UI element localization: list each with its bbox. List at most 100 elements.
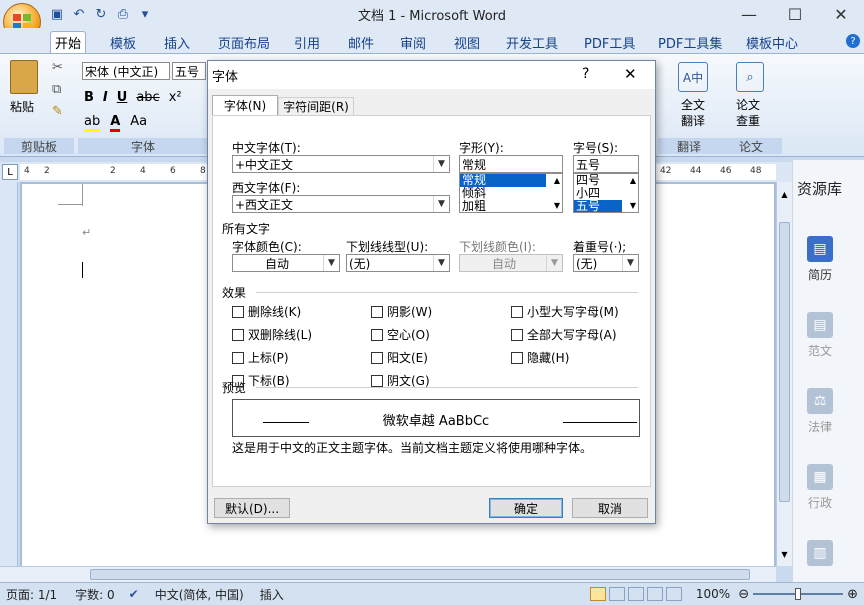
strikethrough-checkbox[interactable]: 删除线(K) bbox=[232, 303, 312, 320]
redo-icon[interactable]: ↻ bbox=[92, 5, 110, 23]
paper-label-2[interactable]: 查重 bbox=[736, 112, 760, 129]
size-option[interactable]: 五号 bbox=[574, 200, 622, 212]
scroll-down-icon[interactable]: ▼ bbox=[779, 550, 790, 561]
paper-label-1[interactable]: 论文 bbox=[736, 96, 760, 113]
western-font-combo[interactable]: +西文正文 ▼ bbox=[232, 195, 450, 213]
dialog-close-button[interactable]: ✕ bbox=[624, 65, 637, 83]
tab-references[interactable]: 引用 bbox=[290, 31, 324, 53]
checkbox-box[interactable] bbox=[371, 305, 383, 318]
scroll-down-icon[interactable]: ▼ bbox=[554, 201, 560, 210]
hidden-checkbox[interactable]: 隐藏(H) bbox=[511, 349, 619, 366]
undo-icon[interactable]: ↶ bbox=[70, 5, 88, 23]
draft-view-icon[interactable] bbox=[665, 587, 682, 601]
copy-icon[interactable]: ⧉ bbox=[52, 82, 61, 97]
side-item-resume[interactable]: ▤ 简历 bbox=[807, 236, 833, 283]
side-item-sample[interactable]: ▤ 范文 bbox=[807, 312, 833, 359]
tab-templates[interactable]: 模板 bbox=[106, 31, 140, 53]
save-icon[interactable]: ▣ bbox=[48, 5, 66, 23]
scroll-thumb[interactable] bbox=[779, 222, 790, 502]
zoom-level[interactable]: 100% bbox=[696, 587, 730, 601]
hscroll-thumb[interactable] bbox=[90, 569, 750, 580]
ok-button[interactable]: 确定 bbox=[489, 498, 563, 518]
superscript-icon[interactable]: x² bbox=[169, 90, 182, 105]
shadow-checkbox[interactable]: 阴影(W) bbox=[371, 303, 432, 320]
translate-icon[interactable]: A中 bbox=[678, 62, 708, 92]
paper-check-icon[interactable]: ⌕ bbox=[736, 62, 764, 92]
zoom-slider-thumb[interactable] bbox=[795, 588, 802, 600]
checkbox-box[interactable] bbox=[511, 351, 523, 364]
chevron-down-icon[interactable]: ▼ bbox=[433, 196, 449, 212]
font-name-combo[interactable]: 宋体 (中文正) bbox=[82, 62, 170, 80]
set-default-button[interactable]: 默认(D)... bbox=[214, 498, 290, 518]
chinese-font-combo[interactable]: +中文正文 ▼ bbox=[232, 155, 450, 173]
proofing-icon[interactable]: ✔ bbox=[129, 587, 139, 601]
print-layout-view-icon[interactable] bbox=[589, 587, 606, 601]
side-item-admin[interactable]: ▦ 行政 bbox=[807, 464, 833, 511]
paste-label[interactable]: 粘贴 bbox=[10, 98, 34, 115]
style-list[interactable]: 常规 倾斜 加粗 ▲ ▼ bbox=[459, 173, 563, 213]
print-icon[interactable]: ⎙ bbox=[114, 5, 132, 23]
zoom-slider[interactable] bbox=[753, 588, 844, 600]
status-insert-mode[interactable]: 插入 bbox=[260, 586, 284, 603]
outline-checkbox[interactable]: 空心(O) bbox=[371, 326, 432, 343]
zoom-out-icon[interactable]: ⊖ bbox=[738, 587, 749, 602]
cancel-button[interactable]: 取消 bbox=[572, 498, 648, 518]
translate-label-1[interactable]: 全文 bbox=[681, 96, 705, 113]
underline-icon[interactable]: U bbox=[117, 90, 128, 105]
scroll-up-icon[interactable]: ▲ bbox=[779, 190, 790, 201]
cut-icon[interactable]: ✂ bbox=[52, 60, 63, 75]
emboss-checkbox[interactable]: 阳文(E) bbox=[371, 349, 432, 366]
format-painter-icon[interactable]: ✎ bbox=[52, 104, 63, 119]
tab-char-spacing[interactable]: 字符间距(R) bbox=[278, 97, 354, 115]
font-color-icon[interactable]: A bbox=[110, 114, 121, 132]
close-window-button[interactable]: ✕ bbox=[818, 0, 864, 28]
status-language[interactable]: 中文(简体, 中国) bbox=[155, 586, 244, 603]
chevron-down-icon[interactable]: ▼ bbox=[622, 255, 638, 271]
small-caps-checkbox[interactable]: 小型大写字母(M) bbox=[511, 303, 619, 320]
checkbox-box[interactable] bbox=[232, 328, 244, 341]
checkbox-box[interactable] bbox=[371, 374, 383, 387]
italic-icon[interactable]: I bbox=[103, 90, 108, 105]
tab-pdf-tools[interactable]: PDF工具 bbox=[580, 31, 639, 53]
font-size-grow-icon[interactable]: Aa bbox=[130, 114, 147, 132]
dialog-help-button[interactable]: ? bbox=[582, 66, 589, 82]
font-size-combo[interactable]: 五号 bbox=[172, 62, 206, 80]
zoom-in-icon[interactable]: ⊕ bbox=[847, 587, 858, 602]
all-caps-checkbox[interactable]: 全部大写字母(A) bbox=[511, 326, 619, 343]
tab-review[interactable]: 审阅 bbox=[396, 31, 430, 53]
status-page[interactable]: 页面: 1/1 bbox=[6, 586, 57, 603]
strikethrough-icon[interactable]: abc bbox=[136, 90, 159, 105]
tab-page-layout[interactable]: 页面布局 bbox=[214, 31, 274, 53]
checkbox-box[interactable] bbox=[232, 305, 244, 318]
tab-mailings[interactable]: 邮件 bbox=[344, 31, 378, 53]
maximize-button[interactable]: ☐ bbox=[772, 0, 818, 28]
style-option[interactable]: 加粗 bbox=[460, 200, 562, 213]
customize-icon[interactable]: ▾ bbox=[136, 5, 154, 23]
chevron-down-icon[interactable]: ▼ bbox=[323, 255, 339, 271]
chevron-down-icon[interactable]: ▼ bbox=[433, 156, 449, 172]
font-color-combo[interactable]: 自动 ▼ bbox=[232, 254, 340, 272]
highlight-icon[interactable]: ab bbox=[84, 114, 101, 132]
outline-view-icon[interactable] bbox=[646, 587, 663, 601]
fullscreen-view-icon[interactable] bbox=[608, 587, 625, 601]
checkbox-box[interactable] bbox=[511, 328, 523, 341]
checkbox-box[interactable] bbox=[371, 328, 383, 341]
size-input[interactable]: 五号 bbox=[573, 155, 639, 173]
tab-template-center[interactable]: 模板中心 bbox=[742, 31, 802, 53]
minimize-button[interactable]: — bbox=[726, 0, 772, 28]
paste-icon[interactable] bbox=[10, 60, 38, 94]
emphasis-combo[interactable]: (无) ▼ bbox=[573, 254, 639, 272]
side-item-law[interactable]: ⚖ 法律 bbox=[807, 388, 833, 435]
checkbox-box[interactable] bbox=[232, 351, 244, 364]
tab-pdf-toolkit[interactable]: PDF工具集 bbox=[654, 31, 726, 53]
tab-developer[interactable]: 开发工具 bbox=[502, 31, 562, 53]
status-words[interactable]: 字数: 0 bbox=[75, 586, 115, 603]
tab-view[interactable]: 视图 bbox=[450, 31, 484, 53]
size-list[interactable]: 四号 小四 五号 ▲ ▼ bbox=[573, 173, 639, 213]
tab-font[interactable]: 字体(N) bbox=[212, 95, 278, 115]
tab-stop-selector-icon[interactable]: L bbox=[2, 164, 18, 180]
help-icon[interactable]: ? bbox=[846, 34, 860, 48]
underline-style-combo[interactable]: (无) ▼ bbox=[346, 254, 450, 272]
web-view-icon[interactable] bbox=[627, 587, 644, 601]
tab-home[interactable]: 开始 bbox=[50, 31, 87, 53]
